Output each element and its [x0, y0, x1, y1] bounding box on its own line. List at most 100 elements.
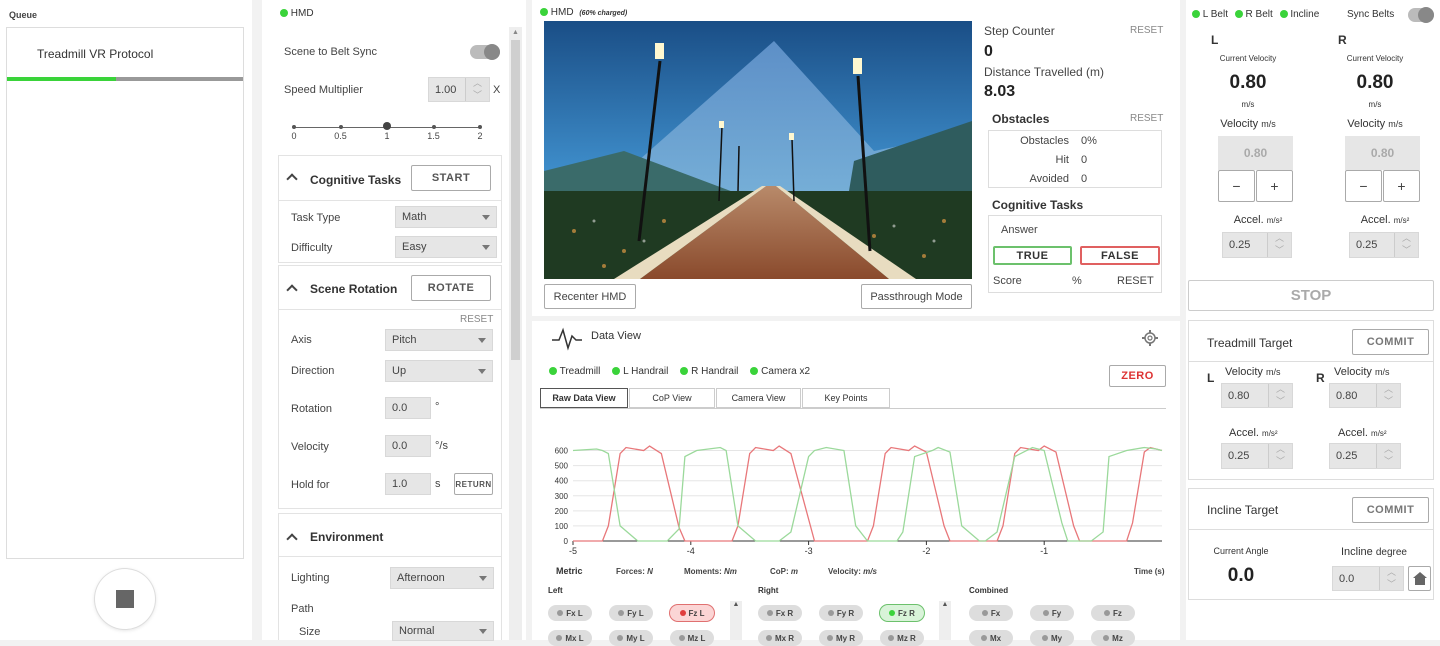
- channel-chip[interactable]: Fx L: [548, 605, 592, 621]
- channel-chip[interactable]: Mx R: [758, 630, 802, 646]
- axis-select[interactable]: Pitch: [385, 329, 493, 351]
- slider-handle[interactable]: [383, 122, 391, 130]
- left-chips-scrollbar[interactable]: ▲: [730, 601, 742, 640]
- lighting-select[interactable]: Afternoon: [390, 567, 494, 589]
- channel-chip[interactable]: Fy R: [819, 605, 863, 621]
- right-chips-scrollbar[interactable]: ▲: [939, 601, 951, 640]
- y-tick-label: 200: [555, 507, 569, 516]
- channel-chip[interactable]: Fx: [969, 605, 1013, 621]
- hold-label: Hold for: [291, 479, 330, 491]
- l-vel-plus-button[interactable]: +: [1256, 170, 1293, 202]
- stop-queue-button[interactable]: [95, 569, 155, 629]
- size-select[interactable]: Normal: [392, 621, 494, 641]
- hold-input[interactable]: 1.0: [385, 473, 431, 495]
- path-label: Path: [291, 603, 314, 615]
- l-accel-input[interactable]: 0.25 ︿ ﹀: [1222, 232, 1292, 258]
- target-l-vel-input[interactable]: 0.80 ︿ ﹀: [1221, 383, 1293, 408]
- channel-chip[interactable]: Mz: [1091, 630, 1135, 646]
- obstacle-row-value: 0%: [1081, 135, 1097, 147]
- slider-tick-label: 2: [477, 131, 483, 141]
- obstacles-reset-link[interactable]: RESET: [1130, 113, 1163, 124]
- rotation-input[interactable]: 0.0: [385, 397, 431, 419]
- rotation-velocity-input[interactable]: 0.0: [385, 435, 431, 457]
- rotation-reset-link[interactable]: RESET: [460, 314, 493, 325]
- cog-view-box: Answer TRUE FALSE Score % RESET: [988, 215, 1162, 293]
- cognitive-title: Cognitive Tasks: [310, 173, 402, 187]
- channel-chip[interactable]: Fx R: [758, 605, 802, 621]
- l-vel-label: Velocity m/s: [1220, 118, 1276, 130]
- stop-button[interactable]: STOP: [1188, 280, 1434, 311]
- l-vel-minus-button[interactable]: −: [1218, 170, 1255, 202]
- speed-multiplier-input[interactable]: 1.00 ︿ ﹀: [428, 77, 490, 102]
- step-reset-link[interactable]: RESET: [1130, 25, 1163, 36]
- queue-item[interactable]: Treadmill VR Protocol: [7, 28, 243, 81]
- channel-chip[interactable]: Mz L: [670, 630, 714, 646]
- scene-sync-toggle[interactable]: [470, 44, 500, 60]
- channel-chip[interactable]: Fz L: [670, 605, 714, 621]
- channel-chip[interactable]: Fz R: [880, 605, 924, 621]
- chevron-up-icon[interactable]: [286, 533, 298, 545]
- channel-chip[interactable]: Mx L: [548, 630, 592, 646]
- channel-chip[interactable]: Fy L: [609, 605, 653, 621]
- sync-belts-toggle[interactable]: [1408, 7, 1434, 23]
- channel-chip[interactable]: My: [1030, 630, 1074, 646]
- channel-chip[interactable]: Fz: [1091, 605, 1135, 621]
- target-l-vel-label: Velocity m/s: [1225, 366, 1281, 378]
- incline-home-button[interactable]: [1408, 566, 1431, 591]
- l-vel-input[interactable]: 0.80: [1218, 136, 1293, 170]
- r-belt-label: R Belt: [1245, 9, 1273, 20]
- task-type-select[interactable]: Math: [395, 206, 497, 228]
- false-button[interactable]: FALSE: [1080, 246, 1160, 265]
- direction-select[interactable]: Up: [385, 360, 493, 382]
- true-button[interactable]: TRUE: [993, 246, 1072, 265]
- chevron-up-icon[interactable]: [286, 284, 298, 296]
- r-vel-input[interactable]: 0.80: [1345, 136, 1420, 170]
- channel-chip[interactable]: My R: [819, 630, 863, 646]
- r-vel-minus-button[interactable]: −: [1345, 170, 1382, 202]
- scrollbar[interactable]: ▲: [509, 27, 522, 640]
- incline-input[interactable]: 0.0 ︿ ﹀: [1332, 566, 1404, 591]
- channel-chip[interactable]: Fy: [1030, 605, 1074, 621]
- y-tick-label: 300: [555, 492, 569, 501]
- distance-label: Distance Travelled (m): [984, 65, 1105, 79]
- hmd-status-dot: [280, 9, 288, 18]
- zero-button[interactable]: ZERO: [1109, 365, 1166, 387]
- treadmill-target-title: Treadmill Target: [1207, 336, 1293, 350]
- data-view-tab[interactable]: Camera View: [716, 388, 801, 408]
- rotation-unit: °: [435, 401, 440, 413]
- treadmill-commit-button[interactable]: COMMIT: [1352, 329, 1429, 355]
- velocity-label: Velocity: [291, 441, 329, 453]
- chevron-up-icon[interactable]: [286, 173, 298, 185]
- r-accel-input[interactable]: 0.25 ︿ ﹀: [1349, 232, 1419, 258]
- size-label: Size: [299, 626, 321, 638]
- r-vel-plus-button[interactable]: +: [1383, 170, 1420, 202]
- channel-chip[interactable]: Mz R: [880, 630, 924, 646]
- vr-scene-view[interactable]: [544, 21, 972, 279]
- recenter-hmd-button[interactable]: Recenter HMD: [544, 284, 636, 309]
- moments-label: Moments: Nm: [684, 567, 737, 576]
- channel-chip[interactable]: Mx: [969, 630, 1013, 646]
- lighting-label: Lighting: [291, 572, 330, 584]
- data-view-tab[interactable]: Key Points: [802, 388, 890, 408]
- r-cur-vel: 0.80: [1356, 72, 1394, 93]
- target-r-accel-input[interactable]: 0.25 ︿ ﹀: [1329, 443, 1401, 469]
- incline-label: Incline: [1290, 9, 1320, 20]
- incline-commit-button[interactable]: COMMIT: [1352, 497, 1429, 523]
- return-button[interactable]: RETURN: [454, 473, 493, 495]
- data-view-tab[interactable]: Raw Data View: [540, 388, 628, 408]
- speed-slider[interactable]: 0 0.5 1 1.5 2: [291, 122, 483, 142]
- score-reset-link[interactable]: RESET: [1117, 275, 1154, 287]
- target-l-accel-input[interactable]: 0.25 ︿ ﹀: [1221, 443, 1293, 469]
- obstacle-row-value: 0: [1081, 154, 1088, 166]
- channel-chip[interactable]: My L: [609, 630, 653, 646]
- data-source-item: Treadmill: [549, 366, 600, 377]
- passthrough-button[interactable]: Passthrough Mode: [861, 284, 972, 309]
- rotate-button[interactable]: ROTATE: [411, 275, 491, 301]
- hmd-view-panel: HMD (60% charged) Recenter HMD Passthrou…: [532, 0, 1180, 316]
- data-view-tab[interactable]: CoP View: [629, 388, 715, 408]
- cognitive-start-button[interactable]: START: [411, 165, 491, 191]
- target-r-vel-input[interactable]: 0.80 ︿ ﹀: [1329, 383, 1401, 408]
- difficulty-select[interactable]: Easy: [395, 236, 497, 258]
- slider-tick: [292, 125, 296, 129]
- gear-icon[interactable]: [1142, 330, 1158, 346]
